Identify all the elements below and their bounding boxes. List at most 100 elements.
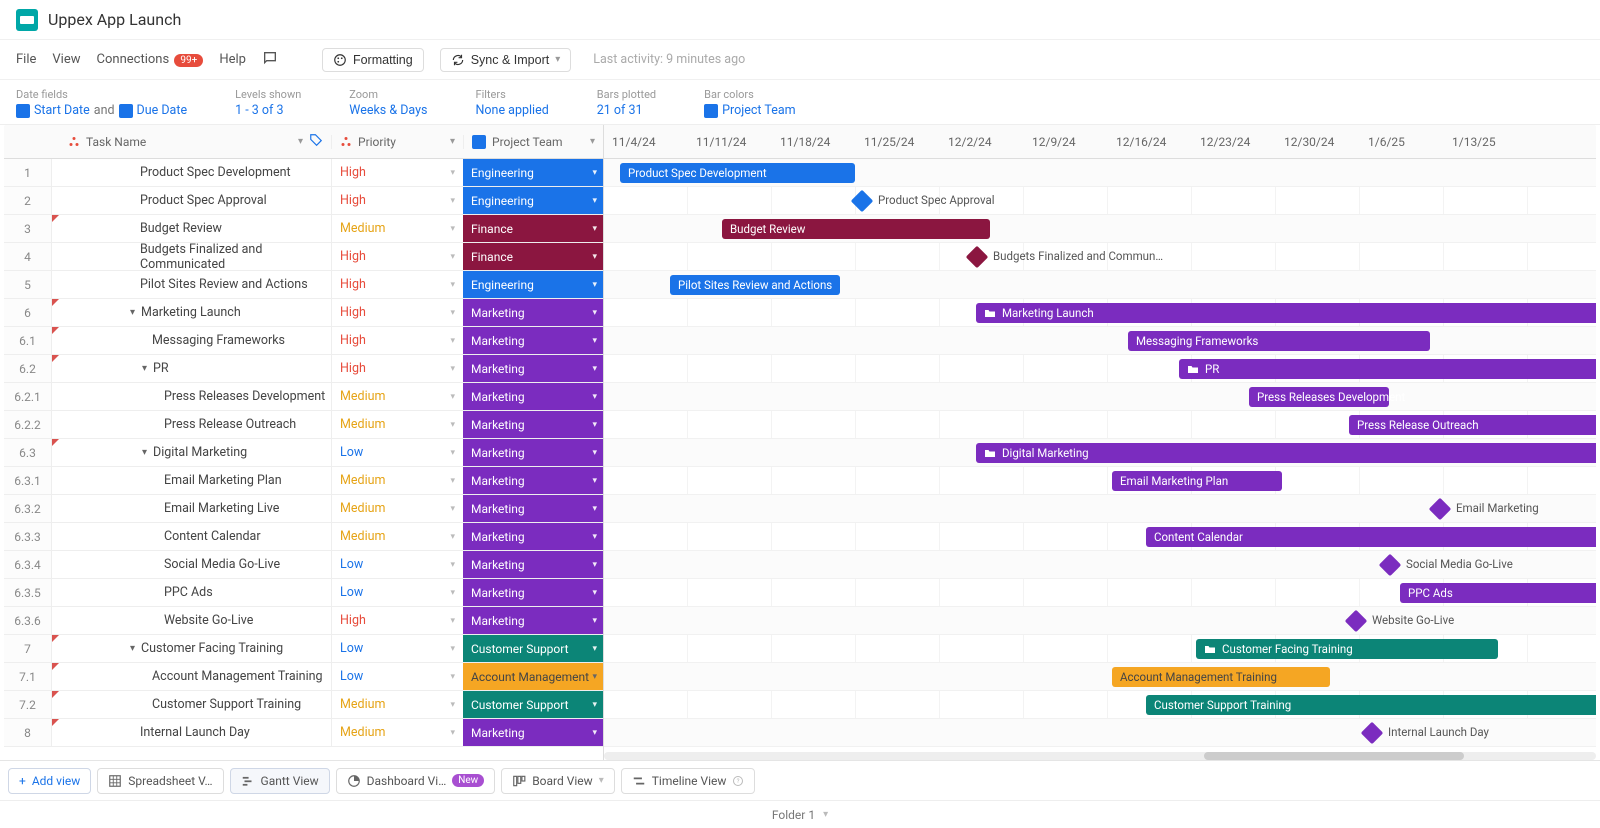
team-cell[interactable]: Marketing▾ [463,719,603,746]
chevron-down-icon[interactable]: ▾ [450,136,455,147]
task-name-cell[interactable]: Social Media Go-Live [52,551,331,578]
priority-cell[interactable]: Medium▾ [331,691,463,718]
priority-cell[interactable]: High▾ [331,327,463,354]
task-name-cell[interactable]: Product Spec Development [52,159,331,186]
table-row[interactable]: 3Budget ReviewMedium▾Finance▾ [4,215,603,243]
table-row[interactable]: 6.3▾Digital MarketingLow▾Marketing▾ [4,439,603,467]
table-row[interactable]: 6.3.5PPC AdsLow▾Marketing▾ [4,579,603,607]
table-row[interactable]: 6.2.1Press Releases DevelopmentMedium▾Ma… [4,383,603,411]
milestone-marker[interactable] [1379,554,1402,577]
gantt-bar[interactable]: Messaging Frameworks [1128,331,1430,351]
chevron-down-icon[interactable]: ▾ [298,136,303,147]
team-cell[interactable]: Customer Support▾ [463,691,603,718]
gantt-bar[interactable]: PPC Ads [1400,583,1596,603]
tab-dashboard[interactable]: Dashboard Vi… New [336,768,496,794]
priority-cell[interactable]: Medium▾ [331,411,463,438]
table-row[interactable]: 6.3.4Social Media Go-LiveLow▾Marketing▾ [4,551,603,579]
priority-cell[interactable]: Low▾ [331,439,463,466]
horizontal-scrollbar[interactable] [604,752,1596,760]
team-cell[interactable]: Finance▾ [463,215,603,242]
column-project-team[interactable]: Project Team ▾ [463,135,603,149]
table-row[interactable]: 7.1Account Management TrainingLow▾Accoun… [4,663,603,691]
cfg-bars-value[interactable]: 21 of 31 [597,103,656,118]
priority-cell[interactable]: High▾ [331,187,463,214]
chevron-down-icon[interactable]: ▾ [590,136,595,147]
team-cell[interactable]: Marketing▾ [463,607,603,634]
gantt-bar[interactable]: Press Releases Development [1249,387,1389,407]
priority-cell[interactable]: High▾ [331,355,463,382]
cfg-datefields-value[interactable]: Start Date and Due Date [16,103,187,118]
table-row[interactable]: 6.3.3Content CalendarMedium▾Marketing▾ [4,523,603,551]
chevron-down-icon[interactable]: ▾ [142,363,147,374]
task-name-cell[interactable]: ▾Marketing Launch [52,299,331,326]
team-cell[interactable]: Marketing▾ [463,495,603,522]
task-name-cell[interactable]: Website Go-Live [52,607,331,634]
add-view-button[interactable]: + Add view [8,768,91,794]
table-row[interactable]: 1Product Spec DevelopmentHigh▾Engineerin… [4,159,603,187]
gantt-bar[interactable]: Email Marketing Plan [1112,471,1282,491]
team-cell[interactable]: Engineering▾ [463,187,603,214]
cfg-zoom-value[interactable]: Weeks & Days [349,103,427,118]
priority-cell[interactable]: High▾ [331,607,463,634]
menu-help[interactable]: Help [219,52,246,67]
chevron-down-icon[interactable]: ▾ [130,643,135,654]
table-row[interactable]: 4Budgets Finalized and CommunicatedHigh▾… [4,243,603,271]
table-row[interactable]: 6.1Messaging FrameworksHigh▾Marketing▾ [4,327,603,355]
tag-icon[interactable] [309,133,323,150]
task-name-cell[interactable]: Account Management Training [52,663,331,690]
tab-gantt[interactable]: Gantt View [230,768,330,794]
gantt-bar[interactable]: Digital Marketing [976,443,1596,463]
column-task-name[interactable]: Task Name ▾ [52,135,331,149]
gantt-bar[interactable]: Customer Support Training [1146,695,1596,715]
priority-cell[interactable]: Medium▾ [331,495,463,522]
team-cell[interactable]: Marketing▾ [463,327,603,354]
priority-cell[interactable]: Low▾ [331,635,463,662]
task-name-cell[interactable]: Internal Launch Day [52,719,331,746]
table-row[interactable]: 6.2▾PRHigh▾Marketing▾ [4,355,603,383]
team-cell[interactable]: Marketing▾ [463,551,603,578]
table-row[interactable]: 6.3.6Website Go-LiveHigh▾Marketing▾ [4,607,603,635]
task-name-cell[interactable]: Messaging Frameworks [52,327,331,354]
menu-connections[interactable]: Connections 99+ [97,52,204,67]
priority-cell[interactable]: High▾ [331,271,463,298]
task-name-cell[interactable]: Product Spec Approval [52,187,331,214]
gantt-bar[interactable]: Marketing Launch [976,303,1596,323]
cfg-filters-value[interactable]: None applied [476,103,549,118]
task-name-cell[interactable]: Customer Support Training [52,691,331,718]
gantt-bar[interactable]: Budget Review [722,219,990,239]
team-cell[interactable]: Marketing▾ [463,579,603,606]
task-name-cell[interactable]: Press Release Outreach [52,411,331,438]
gantt-bar[interactable]: Press Release Outreach [1349,415,1596,435]
menu-file[interactable]: File [16,52,36,67]
priority-cell[interactable]: High▾ [331,243,463,270]
cfg-levels-value[interactable]: 1 - 3 of 3 [235,103,301,118]
priority-cell[interactable]: High▾ [331,299,463,326]
priority-cell[interactable]: Medium▾ [331,719,463,746]
gantt-bar[interactable]: Pilot Sites Review and Actions [670,275,840,295]
gantt-bar[interactable]: Account Management Training [1112,667,1330,687]
milestone-marker[interactable] [1345,610,1368,633]
formatting-button[interactable]: Formatting [322,48,424,72]
team-cell[interactable]: Engineering▾ [463,159,603,186]
priority-cell[interactable]: Medium▾ [331,523,463,550]
task-name-cell[interactable]: PPC Ads [52,579,331,606]
team-cell[interactable]: Finance▾ [463,243,603,270]
task-name-cell[interactable]: ▾PR [52,355,331,382]
folder-breadcrumb[interactable]: Folder 1 [772,808,815,822]
task-name-cell[interactable]: Budget Review [52,215,331,242]
chevron-down-icon[interactable]: ▾ [823,809,828,820]
table-row[interactable]: 5Pilot Sites Review and ActionsHigh▾Engi… [4,271,603,299]
milestone-marker[interactable] [1429,498,1452,521]
chevron-down-icon[interactable]: ▾ [142,447,147,458]
priority-cell[interactable]: Medium▾ [331,467,463,494]
tab-spreadsheet[interactable]: Spreadsheet V… [97,768,223,794]
milestone-marker[interactable] [1361,722,1384,745]
table-row[interactable]: 7▾Customer Facing TrainingLow▾Customer S… [4,635,603,663]
team-cell[interactable]: Marketing▾ [463,467,603,494]
priority-cell[interactable]: Low▾ [331,579,463,606]
gantt-bar[interactable]: PR [1179,359,1596,379]
task-name-cell[interactable]: Content Calendar [52,523,331,550]
team-cell[interactable]: Marketing▾ [463,355,603,382]
menu-view[interactable]: View [52,52,80,67]
team-cell[interactable]: Customer Support▾ [463,635,603,662]
